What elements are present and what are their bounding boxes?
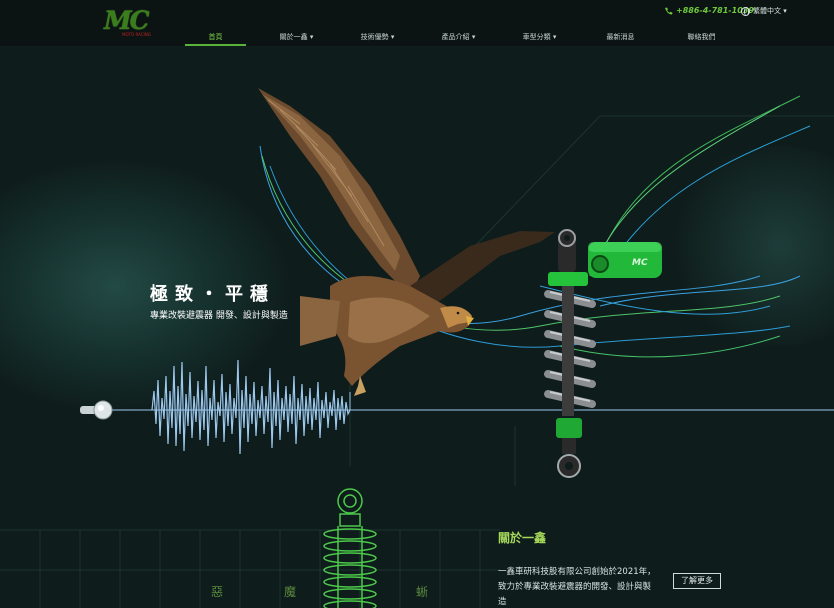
category-label[interactable]: 惡 xyxy=(211,583,223,600)
language-selector[interactable]: 繁體中文 ▾ xyxy=(741,6,787,16)
hero-illustration: MC xyxy=(0,88,834,608)
category-label[interactable]: 蜥 xyxy=(416,583,428,600)
main-nav: 首頁 關於一鑫 ▾ 技術優勢 ▾ 產品介紹 ▾ 車型分類 ▾ 最新消息 聯絡我們 xyxy=(175,32,745,46)
globe-icon xyxy=(741,6,750,16)
hero-subtitle: 專業改裝避震器 開發、設計與製造 xyxy=(150,311,288,321)
logo[interactable]: MC MOTO RACING xyxy=(100,6,156,38)
nav-products[interactable]: 產品介紹 ▾ xyxy=(418,32,499,46)
about-title: 關於一鑫 xyxy=(498,531,547,545)
site-header: MC MOTO RACING +886-4-781-1039 繁體中文 ▾ 首頁… xyxy=(0,0,834,46)
shock-absorber-illustration: MC xyxy=(544,229,662,478)
nav-about[interactable]: 關於一鑫 ▾ xyxy=(256,32,337,46)
wireframe-shock-illustration xyxy=(323,488,377,608)
category-label[interactable]: 魔 xyxy=(284,583,296,600)
learn-more-button[interactable]: 了解更多 xyxy=(673,573,721,589)
language-label: 繁體中文 ▾ xyxy=(753,7,787,15)
hero-title: 極致・平穩 xyxy=(150,284,275,305)
background-grid xyxy=(0,115,834,608)
logo-subtext: MOTO RACING xyxy=(122,32,151,37)
about-text: 一鑫車研科技股有限公司創始於2021年，致力於專業改裝避震器的開發、設計與製造 xyxy=(498,567,656,607)
logo-mark: MC xyxy=(104,6,150,35)
nav-contact[interactable]: 聯絡我們 xyxy=(661,32,742,46)
nav-news[interactable]: 最新消息 xyxy=(580,32,661,46)
nav-home[interactable]: 首頁 xyxy=(175,32,256,46)
sound-wave xyxy=(151,359,351,455)
nav-technology[interactable]: 技術優勢 ▾ xyxy=(337,32,418,46)
shock-badge: MC xyxy=(632,258,648,268)
phone-icon xyxy=(665,7,673,15)
hero-banner: MC 極致・平穩 專業改裝避震器 開發、設計與製造 關於一鑫 一鑫車研科技股有限… xyxy=(0,46,834,608)
eagle-illustration xyxy=(258,88,555,396)
knob-icon xyxy=(80,400,113,420)
nav-vehicle-types[interactable]: 車型分類 ▾ xyxy=(499,32,580,46)
